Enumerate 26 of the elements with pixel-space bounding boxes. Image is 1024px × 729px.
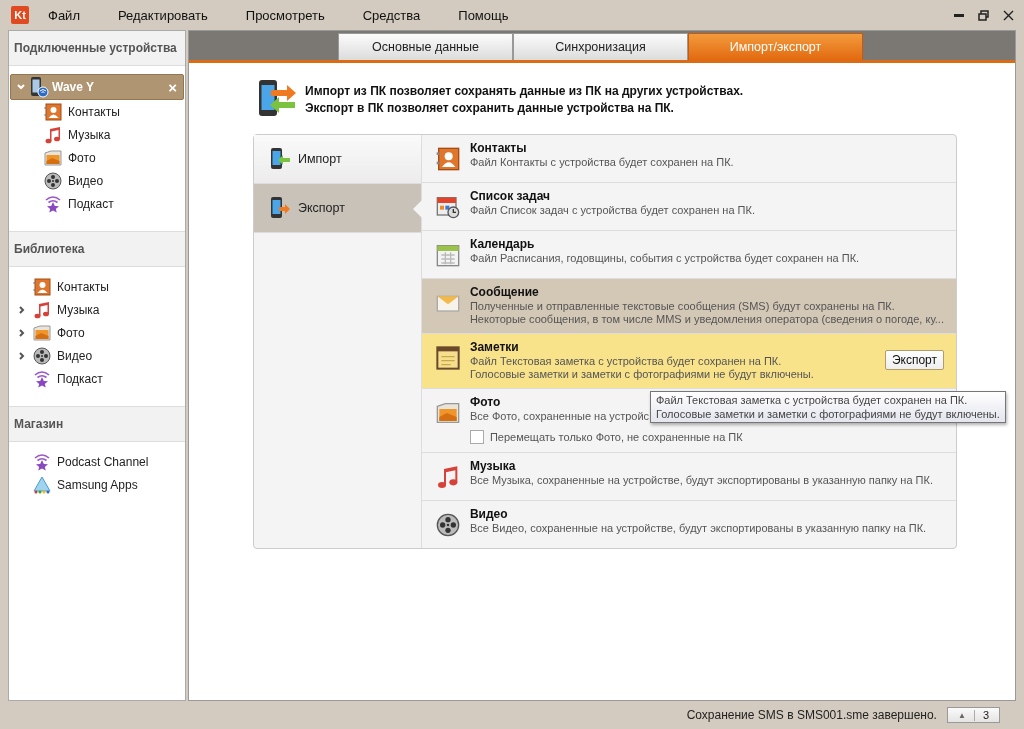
- intro-text: Экспорт в ПК позволяет сохранить данные устройства на ПК.: [305, 100, 675, 115]
- item-title: Контакты: [469, 141, 527, 155]
- section-title: Подключенные устройства: [9, 31, 185, 66]
- item-title: Фото: [469, 395, 501, 409]
- item-description: Некоторые сообщения, в том числе MMS и уведомления оператора (сведения о погоде, ку...: [469, 313, 944, 325]
- item-title: Видео: [469, 507, 508, 521]
- item-description: Файл Расписания, годовщины, события с устройства будет сохранен на ПК.: [469, 252, 860, 264]
- item-description: Все Видео, сохраненные на устройстве, будут экспортированы в указанную папку на ПК.: [469, 522, 927, 534]
- section-title: Магазин: [9, 406, 185, 442]
- section-title: Библиотека: [9, 231, 185, 267]
- intro-text: Импорт из ПК позволяет сохранять данные из ПК на других устройствах.: [305, 83, 744, 98]
- item-title: Список задач: [469, 189, 550, 203]
- item-description: Файл Текстовая заметка с устройства будет сохранен на ПК.: [469, 355, 782, 367]
- item-description: Голосовые заметки и заметки с фотографиями не будут включены.: [469, 368, 814, 380]
- item-title: Сообщение: [469, 285, 539, 299]
- item-description: Все Фото, сохраненные на устройс: [469, 410, 650, 422]
- item-description: Полученные и отправленные текстовые сообщения (SMS) будут сохранены на ПК.: [469, 300, 895, 312]
- item-description: Все Музыка, сохраненные на устройстве, будут экспортированы в указанную папку на ПК.: [469, 474, 933, 486]
- item-title: Календарь: [469, 237, 535, 251]
- item-description: Файл Список задач с устройства будет сохранен на ПК.: [469, 204, 755, 216]
- item-description: Файл Контакты с устройства будет сохранен на ПК.: [469, 156, 734, 168]
- checkbox-label: Перемещать только Фото, не сохраненные на ПК: [489, 431, 743, 443]
- item-title: Заметки: [469, 340, 519, 354]
- app-logo: Kt: [11, 6, 29, 24]
- item-title: Музыка: [469, 459, 516, 473]
- status-message: Сохранение SMS в SMS001.sme завершено.: [686, 708, 937, 722]
